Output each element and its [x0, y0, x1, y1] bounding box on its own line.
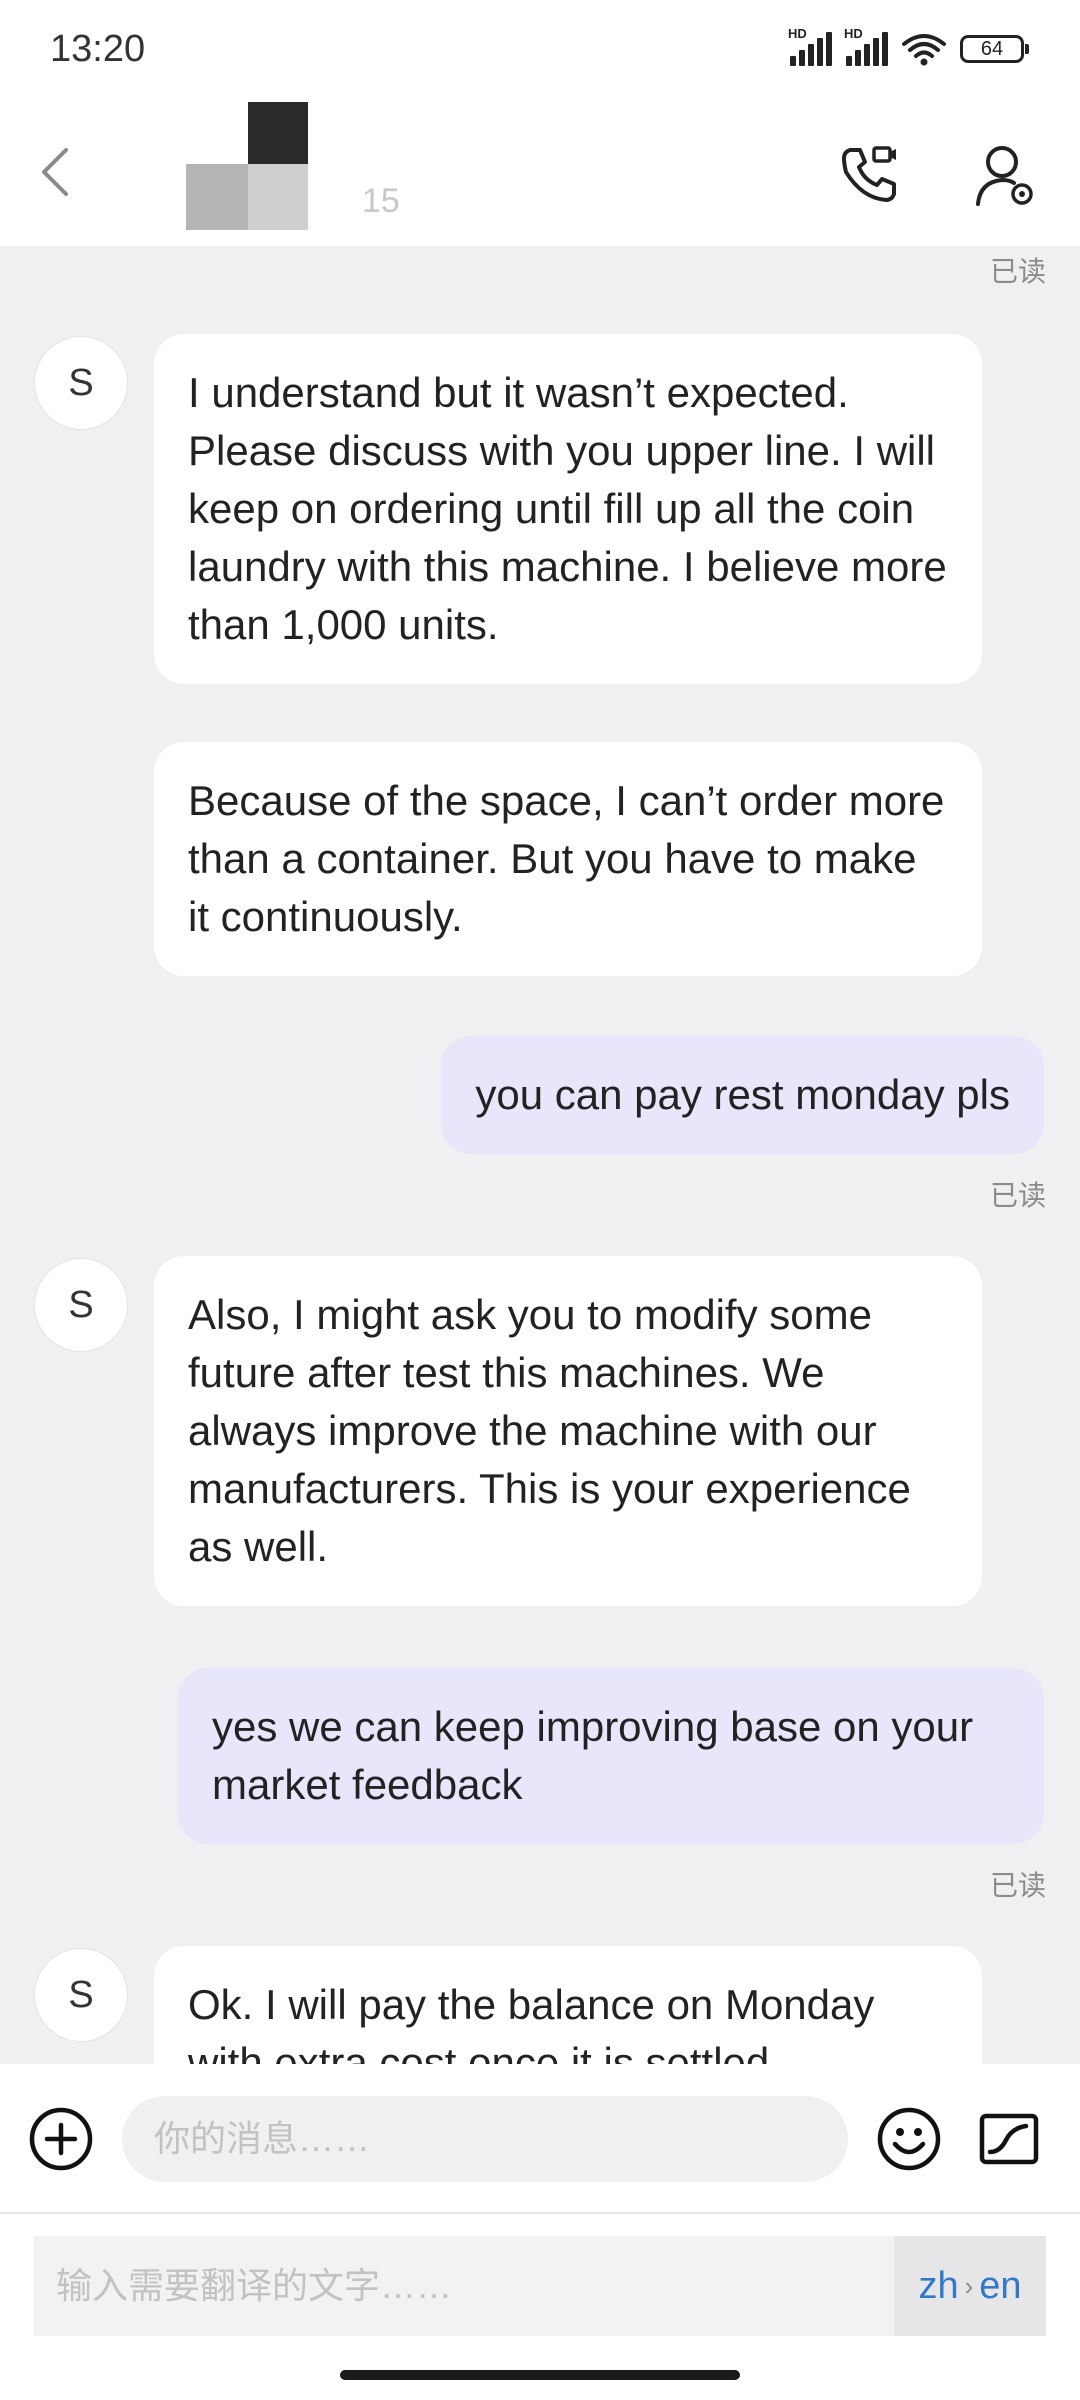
message-bubble-incoming[interactable]: Ok. I will pay the balance on Monday wit…: [154, 1946, 982, 2064]
profile-settings-icon: [976, 146, 1033, 206]
plus-circle-icon: [29, 2107, 93, 2171]
message-bubble-incoming[interactable]: I understand but it wasn’t expected. Ple…: [154, 334, 982, 684]
contact-name[interactable]: 15: [186, 100, 406, 230]
signal-hd-label: HD: [844, 26, 863, 41]
profile-settings-button[interactable]: [972, 142, 1038, 208]
translate-input[interactable]: 输入需要翻译的文字……: [34, 2236, 894, 2336]
read-receipt: 已读: [989, 1870, 1046, 1901]
sticker-icon: [979, 2113, 1039, 2165]
target-language: en: [979, 2264, 1022, 2307]
message-bubble-incoming[interactable]: Because of the space, I can’t order more…: [154, 742, 982, 976]
redacted-block: [248, 102, 308, 172]
signal-icon: HD: [844, 26, 888, 66]
signal-icon: HD: [788, 26, 832, 66]
video-call-button[interactable]: [836, 142, 902, 208]
redacted-block: [248, 164, 308, 230]
status-icons: HD HD 64: [788, 26, 1029, 66]
avatar[interactable]: S: [34, 1258, 128, 1352]
battery-icon: 64: [960, 35, 1029, 63]
emoji-icon: [877, 2107, 941, 2171]
message-bubble-incoming[interactable]: Also, I might ask you to modify some fut…: [154, 1256, 982, 1606]
chevron-right-icon: ›: [964, 2270, 974, 2301]
source-language: zh: [918, 2264, 959, 2307]
input-bar: 你的消息……: [0, 2064, 1080, 2212]
chat-header: 15: [0, 100, 1080, 246]
home-indicator[interactable]: [340, 2370, 740, 2380]
chevron-left-icon: [42, 148, 68, 196]
emoji-button[interactable]: [876, 2106, 942, 2172]
translate-bar: 输入需要翻译的文字…… zh › en: [0, 2214, 1080, 2400]
redacted-block: [186, 164, 248, 230]
avatar[interactable]: S: [34, 336, 128, 430]
video-call-icon: [842, 146, 896, 202]
status-time: 13:20: [50, 28, 146, 70]
read-receipt: 已读: [989, 256, 1046, 287]
signal-hd-label: HD: [788, 26, 807, 41]
message-list[interactable]: 已读 S I understand but it wasn’t expected…: [0, 246, 1080, 2064]
message-bubble-outgoing[interactable]: yes we can keep improving base on your m…: [178, 1668, 1044, 1844]
wifi-icon: [902, 34, 946, 66]
message-input[interactable]: 你的消息……: [122, 2096, 848, 2182]
language-switch-button[interactable]: zh › en: [894, 2236, 1046, 2336]
message-bubble-outgoing[interactable]: you can pay rest monday pls: [441, 1036, 1044, 1154]
contact-name-fragment: 15: [362, 182, 400, 220]
add-attachment-button[interactable]: [28, 2106, 94, 2172]
read-receipt: 已读: [989, 1180, 1046, 1211]
back-button[interactable]: [28, 142, 88, 202]
status-bar: 13:20 HD HD 64: [0, 0, 1080, 100]
sticker-button[interactable]: [976, 2106, 1042, 2172]
avatar[interactable]: S: [34, 1948, 128, 2042]
